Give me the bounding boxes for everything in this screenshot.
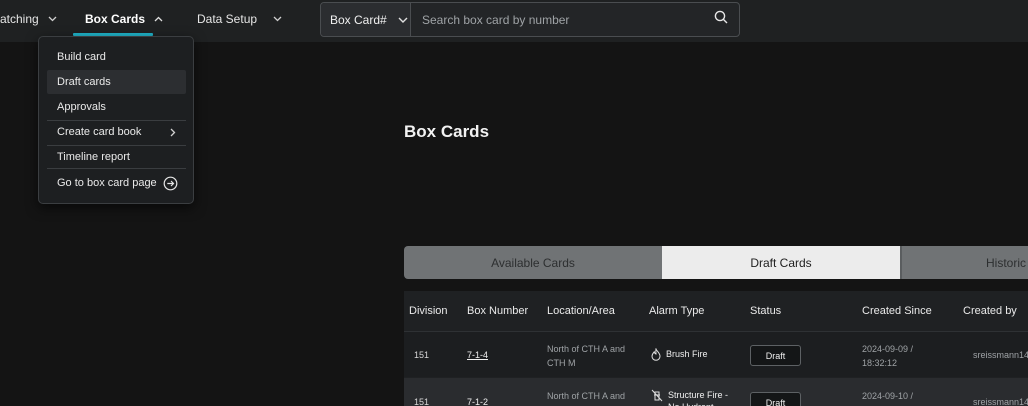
cell-alarm-type: Structure Fire - No Hydrant [651, 389, 734, 406]
chevron-right-icon [170, 128, 176, 137]
menu-item-label: Create card book [57, 126, 142, 138]
chevron-up-icon [154, 16, 163, 22]
column-header-created-by[interactable]: Created by [963, 305, 1017, 317]
box-number-link[interactable]: 7-1-2 [467, 397, 488, 406]
tab-historic[interactable]: Historic [902, 246, 1028, 279]
cell-alarm-type: Brush Fire [651, 347, 708, 363]
cell-created-since: 2024-09-10 / 07:14:05 [862, 391, 914, 406]
nav-item-data-setup[interactable]: Data Setup [197, 0, 282, 37]
cell-location: North of CTH A and CTH M [547, 344, 626, 368]
tab-label: Draft Cards [750, 255, 812, 270]
menu-item-create-card-book[interactable]: Create card book [47, 120, 186, 144]
cell-division: 151 [414, 397, 430, 406]
column-header-box-number[interactable]: Box Number [467, 305, 528, 317]
nav-item-label: Data Setup [197, 11, 258, 26]
nav-item-label: Box Cards [85, 11, 146, 26]
column-header-division[interactable]: Division [409, 305, 448, 317]
cell-location: North of CTH A and CTH M [547, 391, 626, 406]
menu-item-label: Build card [57, 51, 106, 63]
menu-item-timeline-report[interactable]: Timeline report [47, 145, 186, 169]
column-header-alarm-type[interactable]: Alarm Type [649, 305, 704, 317]
column-header-status[interactable]: Status [750, 305, 781, 317]
box-number-link[interactable]: 7-1-4 [467, 350, 488, 360]
cell-created-by: sreissmann14 [973, 350, 1028, 360]
tab-label: Historic [986, 255, 1027, 270]
table-row[interactable]: 151 7-1-2 North of CTH A and CTH M Struc… [404, 378, 1028, 406]
chevron-down-icon [273, 16, 282, 22]
draft-cards-table: Division Box Number Location/Area Alarm … [404, 291, 1028, 406]
fire-icon [651, 347, 661, 363]
chevron-down-icon [398, 17, 408, 23]
card-tabs: Available Cards Draft Cards Historic [404, 246, 1028, 279]
menu-item-label: Approvals [57, 101, 106, 113]
search-icon [714, 10, 728, 29]
tab-label: Available Cards [491, 255, 575, 270]
tab-draft-cards[interactable]: Draft Cards [662, 246, 900, 279]
table-row[interactable]: 151 7-1-4 North of CTH A and CTH M Brush… [404, 331, 1028, 377]
search-bar: Box Card# [320, 2, 740, 37]
alarm-type-label: Structure Fire - No Hydrant [668, 390, 729, 406]
nav-item-label: atching [0, 11, 39, 26]
nav-item-box-cards[interactable]: Box Cards [85, 0, 163, 37]
status-badge[interactable]: Draft [750, 392, 801, 406]
chevron-down-icon [48, 16, 57, 22]
alarm-type-label: Brush Fire [666, 349, 708, 359]
table-header: Division Box Number Location/Area Alarm … [404, 291, 1028, 331]
menu-item-label: Draft cards [57, 76, 111, 88]
menu-item-draft-cards[interactable]: Draft cards [47, 70, 186, 94]
menu-item-label: Go to box card page [57, 177, 157, 189]
cell-division: 151 [414, 350, 430, 360]
nav-item-dispatching[interactable]: atching [0, 0, 57, 37]
menu-item-label: Timeline report [57, 151, 130, 163]
search-input[interactable] [411, 3, 703, 36]
search-button[interactable] [703, 3, 739, 36]
menu-divider [47, 168, 186, 169]
tab-available-cards[interactable]: Available Cards [404, 246, 662, 279]
menu-item-approvals[interactable]: Approvals [47, 95, 186, 119]
box-cards-dropdown-menu: Build card Draft cards Approvals Create … [38, 36, 194, 204]
page-title: Box Cards [404, 122, 490, 141]
menu-item-build-card[interactable]: Build card [47, 45, 186, 69]
no-hydrant-icon [651, 389, 663, 404]
status-badge[interactable]: Draft [750, 345, 801, 366]
column-header-created-since[interactable]: Created Since [862, 305, 932, 317]
column-header-location-area[interactable]: Location/Area [547, 305, 615, 317]
cell-created-by: sreissmann14 [973, 397, 1028, 406]
cell-created-since: 2024-09-09 / 18:32:12 [862, 344, 914, 368]
search-type-label: Box Card# [330, 12, 387, 27]
search-type-select[interactable]: Box Card# [321, 3, 411, 36]
arrow-right-circle-icon [163, 176, 178, 191]
menu-item-go-to-box-card-page[interactable]: Go to box card page [47, 171, 186, 195]
